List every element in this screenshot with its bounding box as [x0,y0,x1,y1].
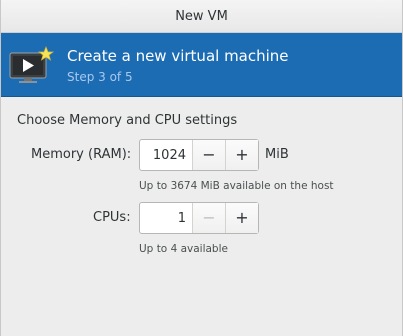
step-indicator: Step 3 of 5 [67,69,133,84]
section-title: Choose Memory and CPU settings [17,113,238,128]
banner-heading: Create a new virtual machine [67,46,289,65]
minus-icon: − [202,208,216,227]
cpus-label: CPUs: [93,210,131,225]
cpus-increment-button[interactable]: + [225,203,258,233]
titlebar[interactable]: New VM [1,0,402,33]
memory-value-input[interactable]: 1024 [140,140,192,170]
memory-decrement-button[interactable]: − [192,140,225,170]
window-title: New VM [175,8,228,24]
plus-icon: + [235,145,249,164]
cpus-decrement-button[interactable]: − [192,203,225,233]
plus-icon: + [235,208,249,227]
cpus-hint: Up to 4 available [139,243,228,255]
memory-increment-button[interactable]: + [225,140,258,170]
cpus-value-input[interactable]: 1 [140,203,192,233]
new-vm-window: New VM Create a new virtual machine Step… [0,0,403,336]
memory-unit: MiB [265,147,289,162]
memory-label: Memory (RAM): [31,147,132,162]
monitor-play-icon [1,33,61,96]
minus-icon: − [202,145,216,164]
memory-hint: Up to 3674 MiB available on the host [139,180,334,192]
wizard-banner: Create a new virtual machine Step 3 of 5 [1,33,402,97]
cpus-spinbutton: 1 − + [139,202,259,234]
memory-spinbutton: 1024 − + [139,139,259,171]
